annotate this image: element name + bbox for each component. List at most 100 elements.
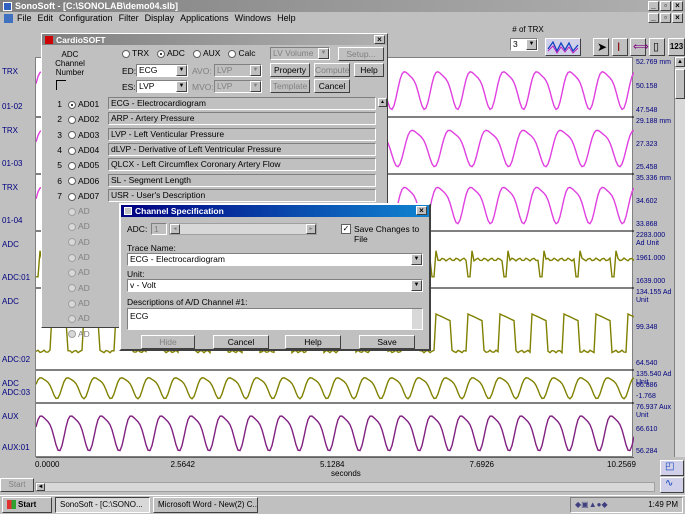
channel-radio[interactable]: AD04 <box>68 145 99 155</box>
doc-restore-button[interactable]: ▫ <box>660 13 671 23</box>
radio-icon <box>68 207 76 216</box>
channel-row[interactable]: 1 AD01 ECG - Electrocardiogram <box>48 97 388 112</box>
avo-select[interactable]: LVP ▼ <box>214 64 262 77</box>
chanspec-help-button[interactable]: Help <box>285 335 341 349</box>
track-scale-value: 66.610 <box>636 425 658 433</box>
menu-applications[interactable]: Applications <box>180 12 229 25</box>
taskbar-item-word[interactable]: Microsoft Word - New(2) C... <box>153 497 258 513</box>
channel-description[interactable]: ARP - Artery Pressure <box>108 112 376 126</box>
track-scale-value: 56.284 <box>636 448 658 455</box>
chanspec-save-button[interactable]: Save <box>359 335 415 349</box>
menu-edit[interactable]: Edit <box>38 12 54 25</box>
channel-spec-close-button[interactable]: × <box>416 206 427 215</box>
channel-description[interactable]: dLVP - Derivative of Left Ventricular Pr… <box>108 142 376 156</box>
channel-radio-disabled: AD <box>68 329 90 339</box>
channel-number: 1 <box>57 99 62 109</box>
menu-file[interactable]: File <box>17 12 32 25</box>
adc-value-field[interactable]: 1 <box>151 223 167 235</box>
channel-row[interactable]: 7 AD07 USR - User's Description <box>48 188 388 204</box>
menu-help[interactable]: Help <box>277 12 296 25</box>
channel-radio[interactable]: AD05 <box>68 160 99 170</box>
save-changes-checkbox[interactable]: ✓ <box>341 224 351 234</box>
channel-description[interactable]: ECG - Electrocardiogram <box>108 97 376 110</box>
track-scale-value: 34.602 <box>636 197 658 205</box>
channel-row[interactable]: 4 AD04 dLVP - Derivative of Left Ventricul… <box>48 142 388 158</box>
adc-slider[interactable]: ◄ ► <box>169 223 317 235</box>
horizontal-scrollbar[interactable]: ◄ <box>35 482 655 492</box>
side-start-button[interactable]: Start <box>0 478 34 492</box>
menu-windows[interactable]: Windows <box>235 12 272 25</box>
vertical-scrollbar[interactable]: ▲ <box>674 57 685 457</box>
fit-view-button[interactable]: ◰ <box>660 460 684 476</box>
slider-left-icon[interactable]: ◄ <box>170 224 180 234</box>
channel-row[interactable]: 3 AD03 LVP - Left Venticular Pressure <box>48 127 388 143</box>
start-button[interactable]: Start <box>2 497 52 513</box>
taskbar-item-sonosoft[interactable]: SonoSoft - [C:\SONO... <box>55 497 150 513</box>
mode-radio-adc[interactable]: ADC <box>157 48 185 58</box>
compute-button[interactable]: Compute <box>314 63 350 77</box>
list-scroll-up-icon[interactable]: ▲ <box>378 98 387 107</box>
x-tick-label: 2.5642 <box>170 460 195 469</box>
numeric-view-button[interactable]: 123 <box>668 38 685 56</box>
textarea-scrollbar[interactable] <box>412 309 422 329</box>
property-button[interactable]: Property <box>270 63 310 77</box>
doc-minimize-button[interactable]: _ <box>648 13 659 23</box>
cursor-tool-button[interactable]: I <box>612 38 628 56</box>
cardiosoft-close-button[interactable]: × <box>374 35 385 44</box>
app-title: SonoSoft - [C:\SONOLAB\demo04.slb] <box>15 1 178 11</box>
hide-button[interactable]: Hide <box>141 335 195 349</box>
scroll-left-icon[interactable]: ◄ <box>36 483 45 491</box>
channel-description[interactable]: SL - Segment Length <box>108 173 376 187</box>
desc-textarea[interactable]: ECG <box>127 308 423 330</box>
maximize-button[interactable]: ▫ <box>660 1 671 11</box>
cancel-button[interactable]: Cancel <box>314 79 350 93</box>
es-select[interactable]: LVP ▼ <box>136 80 188 93</box>
channel-radio[interactable]: AD06 <box>68 176 99 186</box>
track-scale-value: 76.937 Aux Unit <box>636 404 672 419</box>
scroll-up-icon[interactable]: ▲ <box>675 57 685 67</box>
trace-name-select[interactable]: ECG - Electrocardiogram ▼ <box>127 253 423 266</box>
channel-radio[interactable]: AD03 <box>68 130 99 140</box>
scroll-thumb[interactable] <box>675 69 685 99</box>
track-scale-value: 66.886 <box>636 381 658 389</box>
channel-row[interactable]: 5 AD05 QLCX - Left Circumflex Coronary Art… <box>48 158 388 173</box>
slider-right-icon[interactable]: ► <box>306 224 316 234</box>
mode-radio-calc[interactable]: Calc <box>228 48 255 58</box>
close-button[interactable]: × <box>672 1 683 11</box>
channel-row[interactable]: 2 AD02 ARP - Artery Pressure <box>48 112 388 127</box>
app-title-bar: SonoSoft - [C:\SONOLAB\demo04.slb] _ ▫ × <box>0 0 685 12</box>
unit-select[interactable]: v - Volt ▼ <box>127 279 423 292</box>
ed-select[interactable]: ECG ▼ <box>136 64 188 77</box>
channel-row[interactable]: 6 AD06 SL - Segment Length <box>48 173 388 189</box>
menu-filter[interactable]: Filter <box>119 12 139 25</box>
channel-radio-disabled: AD <box>68 206 90 216</box>
wave-view-button[interactable]: ∿ <box>660 477 684 493</box>
track-label: ADC <box>2 297 19 306</box>
channel-description[interactable]: QLCX - Left Circumflex Coronary Artery F… <box>108 158 376 172</box>
minimize-button[interactable]: _ <box>648 1 659 11</box>
mvo-select[interactable]: LVP ▼ <box>214 80 262 93</box>
channel-description[interactable]: LVP - Left Venticular Pressure <box>108 127 376 141</box>
help-button[interactable]: Help <box>354 63 384 77</box>
bracket-marker <box>56 80 66 90</box>
chanspec-cancel-button[interactable]: Cancel <box>213 335 269 349</box>
zoom-tool-button[interactable]: ⟺ <box>630 38 649 56</box>
setup-button[interactable]: Setup... <box>338 47 384 61</box>
trx-count-select[interactable]: 3 ▼ <box>510 38 538 51</box>
doc-close-button[interactable]: × <box>672 13 683 23</box>
channel-description[interactable]: USR - User's Description <box>108 188 376 202</box>
channel-radio-disabled: AD <box>68 237 90 247</box>
menu-configuration[interactable]: Configuration <box>59 12 113 25</box>
waveform-tool-button[interactable] <box>545 38 581 56</box>
channel-radio[interactable]: AD01 <box>68 99 99 109</box>
channel-radio[interactable]: AD07 <box>68 191 99 201</box>
notes-tool-button[interactable]: ▯ <box>649 38 665 56</box>
channel-radio-disabled: AD <box>68 221 90 231</box>
mode-radio-trx[interactable]: TRX <box>122 48 149 58</box>
menu-display[interactable]: Display <box>145 12 175 25</box>
template-button[interactable]: Template <box>270 79 310 93</box>
lv-volume-select[interactable]: LV Volume ▼ <box>270 47 330 60</box>
mode-radio-aux[interactable]: AUX <box>192 48 220 58</box>
pointer-tool-button[interactable]: ➤ <box>593 38 609 56</box>
channel-radio[interactable]: AD02 <box>68 114 99 124</box>
